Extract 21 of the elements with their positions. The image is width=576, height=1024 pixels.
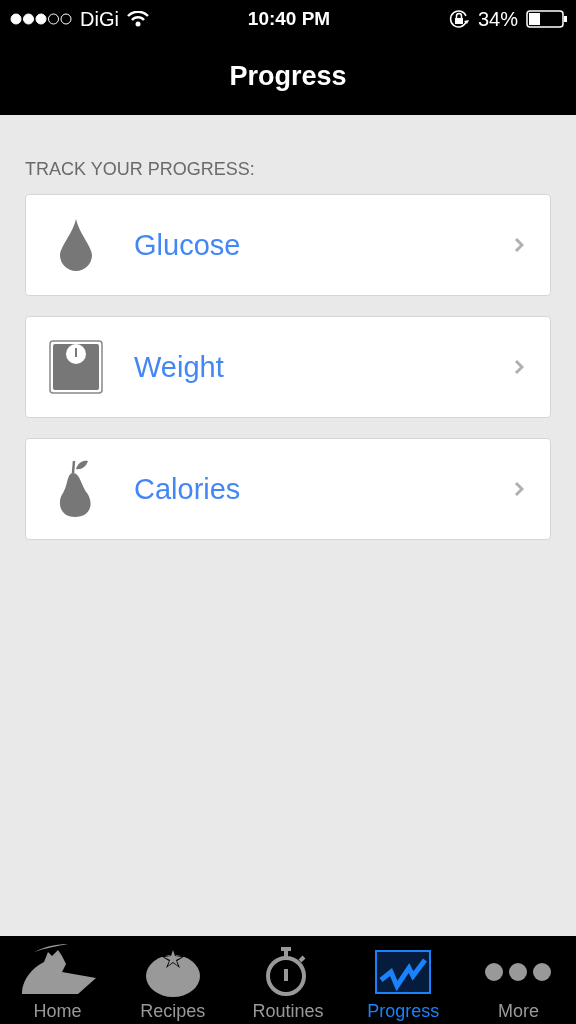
section-header: TRACK YOUR PROGRESS: bbox=[25, 159, 256, 180]
chart-icon bbox=[375, 949, 432, 994]
screen-title: Progress bbox=[229, 61, 347, 92]
tab-bar-item[interactable]: More bbox=[460, 936, 576, 1024]
chevron-icon bbox=[514, 481, 524, 497]
battery-percent: 34% bbox=[477, 7, 518, 31]
signal-icon bbox=[10, 13, 72, 25]
clock-time: 10:40 PM bbox=[247, 8, 331, 30]
tab-bar-item[interactable]: Home bbox=[0, 936, 116, 1024]
battery-icon bbox=[526, 10, 568, 28]
more-icon bbox=[484, 961, 553, 982]
carrier-name: DiGi bbox=[80, 7, 119, 31]
chevron-icon bbox=[514, 237, 524, 253]
drop-icon bbox=[59, 219, 93, 271]
tab-bar-item[interactable]: Routines bbox=[230, 936, 346, 1024]
tab-bar-item[interactable]: Recipes bbox=[115, 936, 231, 1024]
wifi-icon bbox=[126, 11, 149, 27]
rotation-lock-icon bbox=[447, 8, 470, 30]
chevron-icon bbox=[514, 359, 524, 375]
tab-bar-item[interactable]: Progress bbox=[345, 936, 461, 1024]
scale-icon bbox=[49, 340, 103, 394]
